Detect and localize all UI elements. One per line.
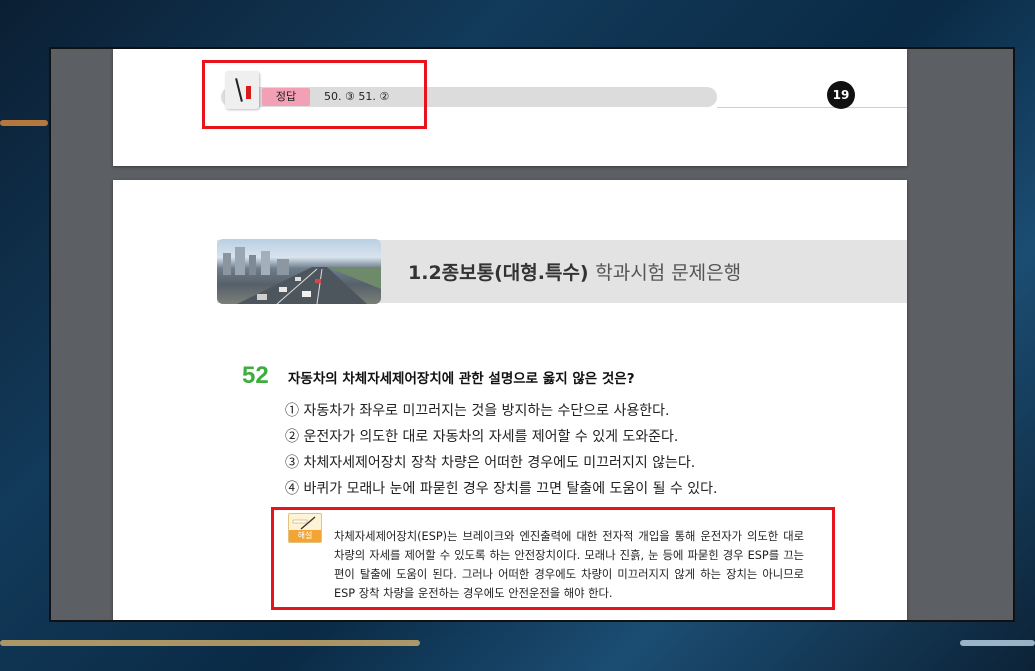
answer-highlight-box <box>202 60 427 129</box>
question-text: 자동차의 차체자세제어장치에 관한 설명으로 옳지 않은 것은? <box>288 371 635 387</box>
background-streak <box>960 640 1035 646</box>
background-streak <box>0 640 420 646</box>
option-4: ④ 바퀴가 모래나 눈에 파묻힌 경우 장치를 끄면 탈출에 도움이 될 수 있… <box>285 481 718 497</box>
question-number: 52 <box>242 362 269 389</box>
option-3: ③ 차체자세제어장치 장착 차량은 어떠한 경우에도 미끄러지지 않는다. <box>285 455 696 471</box>
banner-title-main: 1.2종보통(대형.특수) <box>408 262 589 284</box>
background-streak <box>0 120 48 126</box>
page-number: 19 <box>827 81 855 109</box>
highway-photo <box>217 239 381 304</box>
explanation-highlight-box <box>271 507 835 610</box>
option-2: ② 운전자가 의도한 대로 자동차의 자세를 제어할 수 있게 도와준다. <box>285 429 679 445</box>
document-viewer[interactable]: 정답 50. ③ 51. ② 19 1.2종보통(대형.특수) 학과시험 문제은… <box>49 47 1015 622</box>
options-list: ① 자동차가 좌우로 미끄러지는 것을 방지하는 수단으로 사용한다. ② 운전… <box>285 398 718 502</box>
banner-title: 1.2종보통(대형.특수) 학과시험 문제은행 <box>408 258 741 285</box>
option-1: ① 자동차가 좌우로 미끄러지는 것을 방지하는 수단으로 사용한다. <box>285 403 670 419</box>
banner-subtitle: 학과시험 문제은행 <box>595 262 742 284</box>
divider <box>717 107 907 108</box>
